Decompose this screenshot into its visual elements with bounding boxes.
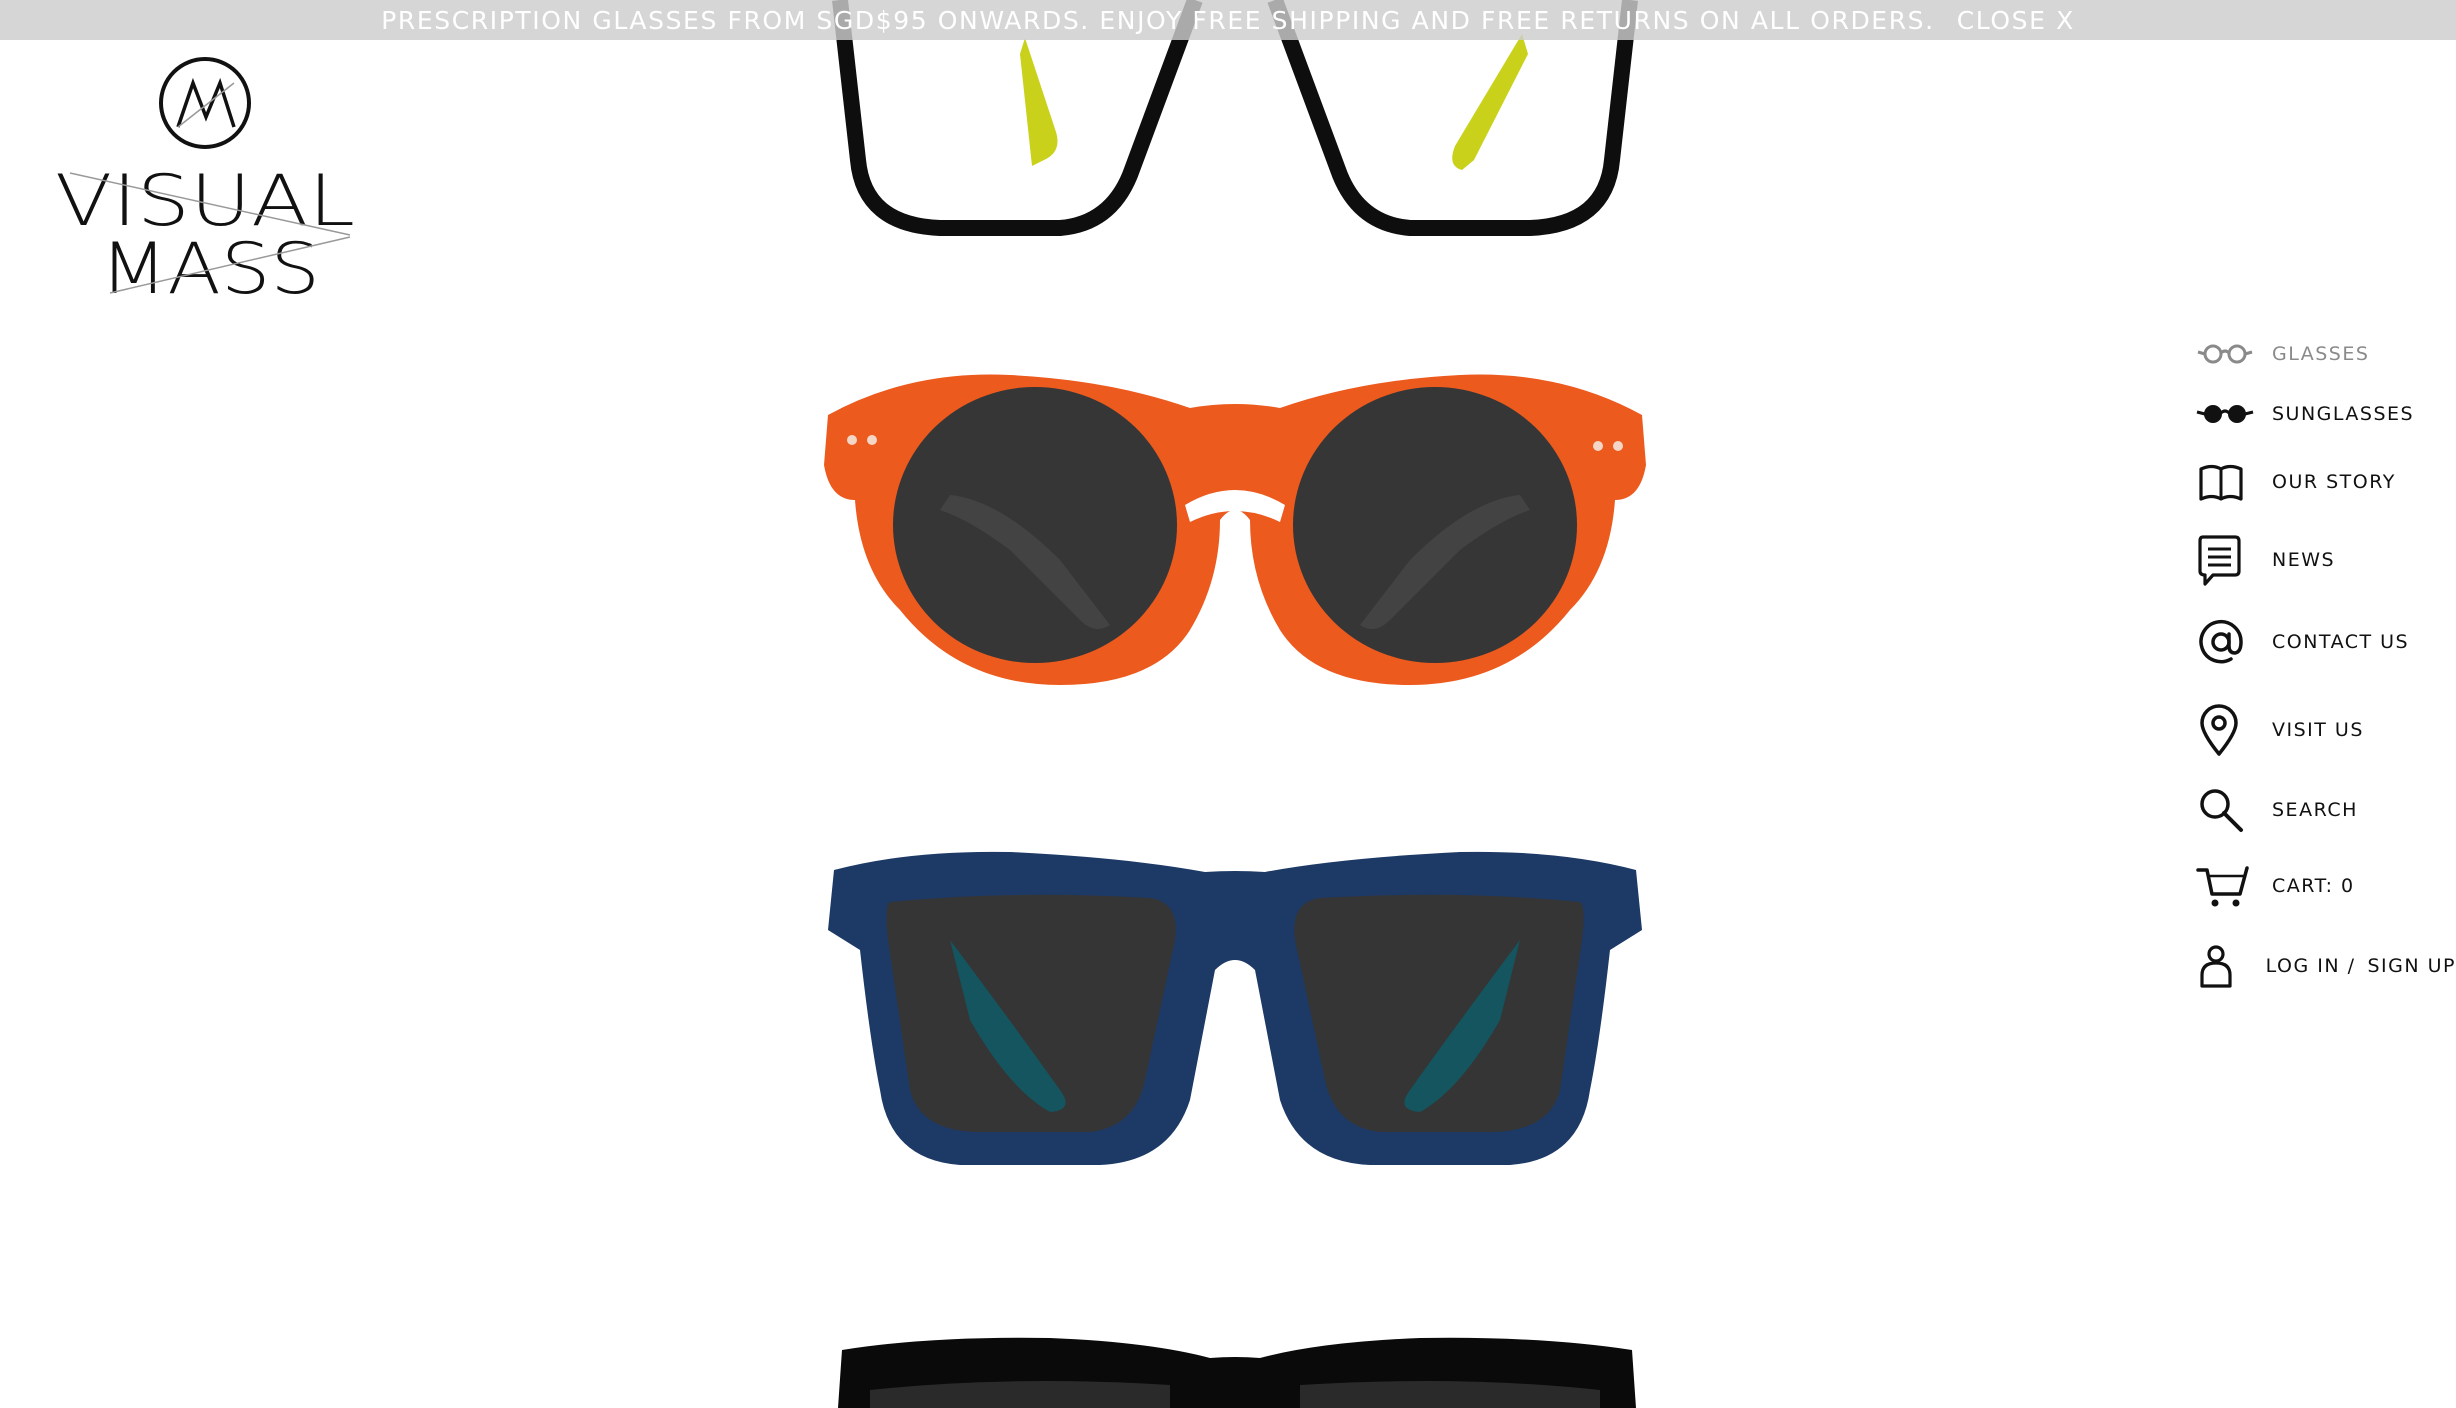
sign-up-link[interactable]: SIGN UP	[2367, 955, 2456, 977]
nav-item-sunglasses[interactable]: SUNGLASSES	[2196, 386, 2456, 442]
visual-mass-logo[interactable]: VISUAL MASS	[50, 55, 360, 310]
main-navigation: GLASSES SUNGLASSES OUR STORY NEWS CONTAC…	[2196, 0, 2456, 1408]
sunglasses-icon	[2196, 386, 2260, 442]
log-in-link[interactable]: LOG IN /	[2266, 955, 2356, 977]
news-icon	[2196, 532, 2260, 588]
nav-item-search[interactable]: SEARCH	[2196, 782, 2456, 838]
navy-sunglasses-image	[828, 851, 1642, 1165]
svg-text:MASS: MASS	[100, 228, 320, 305]
user-icon	[2196, 938, 2254, 994]
nav-item-visit-us[interactable]: VISIT US	[2196, 702, 2456, 758]
nav-item-glasses[interactable]: GLASSES	[2196, 326, 2456, 382]
nav-item-cart[interactable]: CART: 0	[2196, 858, 2456, 914]
product-orange-sunglasses[interactable]	[810, 360, 1660, 700]
nav-label-glasses: GLASSES	[2272, 343, 2370, 365]
nav-item-news[interactable]: NEWS	[2196, 532, 2456, 588]
nav-label-cart: CART: 0	[2272, 875, 2355, 897]
orange-sunglasses-image	[824, 374, 1646, 685]
book-icon	[2196, 454, 2260, 510]
glasses-icon	[2196, 326, 2260, 382]
nav-label-account: LOG IN / SIGN UP	[2266, 955, 2456, 977]
location-pin-icon	[2196, 702, 2260, 758]
promo-banner-close-button[interactable]: CLOSE X	[1957, 6, 2075, 35]
product-black-frame[interactable]	[810, 1330, 1660, 1408]
promo-banner: PRESCRIPTION GLASSES FROM SGD$95 ONWARDS…	[0, 0, 2456, 40]
nav-label-news: NEWS	[2272, 549, 2336, 571]
nav-label-sunglasses: SUNGLASSES	[2272, 403, 2415, 425]
black-frame-image	[838, 1337, 1636, 1408]
visual-mass-logo-mark: VISUAL MASS	[55, 57, 355, 310]
nav-label-search: SEARCH	[2272, 799, 2358, 821]
cart-icon	[2196, 858, 2260, 914]
nav-item-contact-us[interactable]: CONTACT US	[2196, 614, 2456, 670]
nav-label-contact-us: CONTACT US	[2272, 631, 2410, 653]
nav-label-visit-us: VISIT US	[2272, 719, 2364, 741]
nav-item-account: LOG IN / SIGN UP	[2196, 938, 2456, 994]
at-sign-icon	[2196, 614, 2260, 670]
promo-banner-text: PRESCRIPTION GLASSES FROM SGD$95 ONWARDS…	[381, 5, 1935, 35]
product-navy-sunglasses[interactable]	[810, 840, 1660, 1180]
nav-label-our-story: OUR STORY	[2272, 471, 2396, 493]
search-icon	[2196, 782, 2260, 838]
nav-item-our-story[interactable]: OUR STORY	[2196, 454, 2456, 510]
